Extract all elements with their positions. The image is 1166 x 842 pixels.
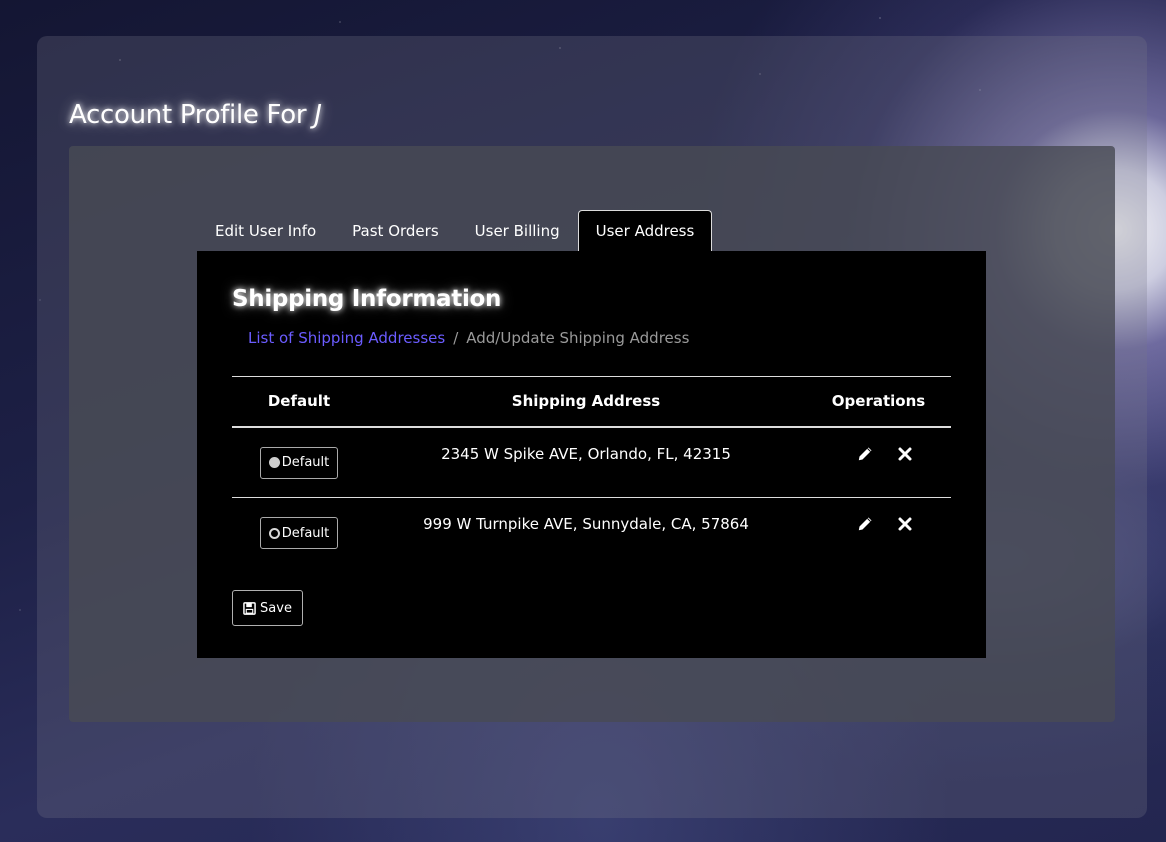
operations-cell [806,426,951,498]
pencil-icon[interactable] [857,516,873,532]
radio-selected-icon [268,457,280,468]
address-cell: 999 W Turnpike AVE, Sunnydale, CA, 57864 [423,515,749,533]
times-icon[interactable] [897,446,913,462]
page-title-username: J [314,100,322,130]
profile-tabs: Edit User Info Past Orders User Billing … [197,210,713,251]
operations-cell [806,498,951,569]
breadcrumb-separator: / [453,329,459,347]
default-radio-button[interactable]: Default [259,517,339,549]
tab-past-orders[interactable]: Past Orders [334,210,456,251]
tab-user-billing[interactable]: User Billing [457,210,578,251]
default-label: Default [281,525,330,541]
breadcrumb-current: Add/Update Shipping Address [466,329,690,347]
page-title: Account Profile For J [69,100,322,130]
tab-edit-user-info[interactable]: Edit User Info [197,210,334,251]
default-cell: Default [232,498,366,569]
table-header-row: Default Shipping Address Operations [232,376,951,428]
section-title: Shipping Information [232,286,502,312]
default-radio-button[interactable]: Default [259,446,339,479]
page-title-prefix: Account Profile For [69,100,315,130]
column-header-operations: Operations [806,376,951,428]
shipping-content: Shipping Information List of Shipping Ad… [197,251,986,658]
shipping-address-table: Default Shipping Address Operations Defa… [232,376,951,569]
floppy-disk-icon [243,601,256,615]
pencil-icon[interactable] [857,446,873,462]
table-row: Default 999 W Turnpike AVE, Sunnydale, C… [232,498,951,569]
address-cell: 2345 W Spike AVE, Orlando, FL, 42315 [366,426,806,498]
tab-user-address[interactable]: User Address [577,210,713,251]
column-header-default: Default [232,376,366,428]
breadcrumb: List of Shipping Addresses / Add/Update … [248,329,689,347]
radio-unselected-icon [268,527,280,539]
save-label: Save [260,600,292,616]
column-header-address: Shipping Address [366,376,806,428]
breadcrumb-list-link[interactable]: List of Shipping Addresses [248,329,445,347]
default-cell: Default [232,426,366,498]
save-button[interactable]: Save [232,590,303,626]
default-label: Default [281,455,330,470]
table-row: Default 2345 W Spike AVE, Orlando, FL, 4… [232,426,951,498]
times-icon[interactable] [897,516,913,532]
